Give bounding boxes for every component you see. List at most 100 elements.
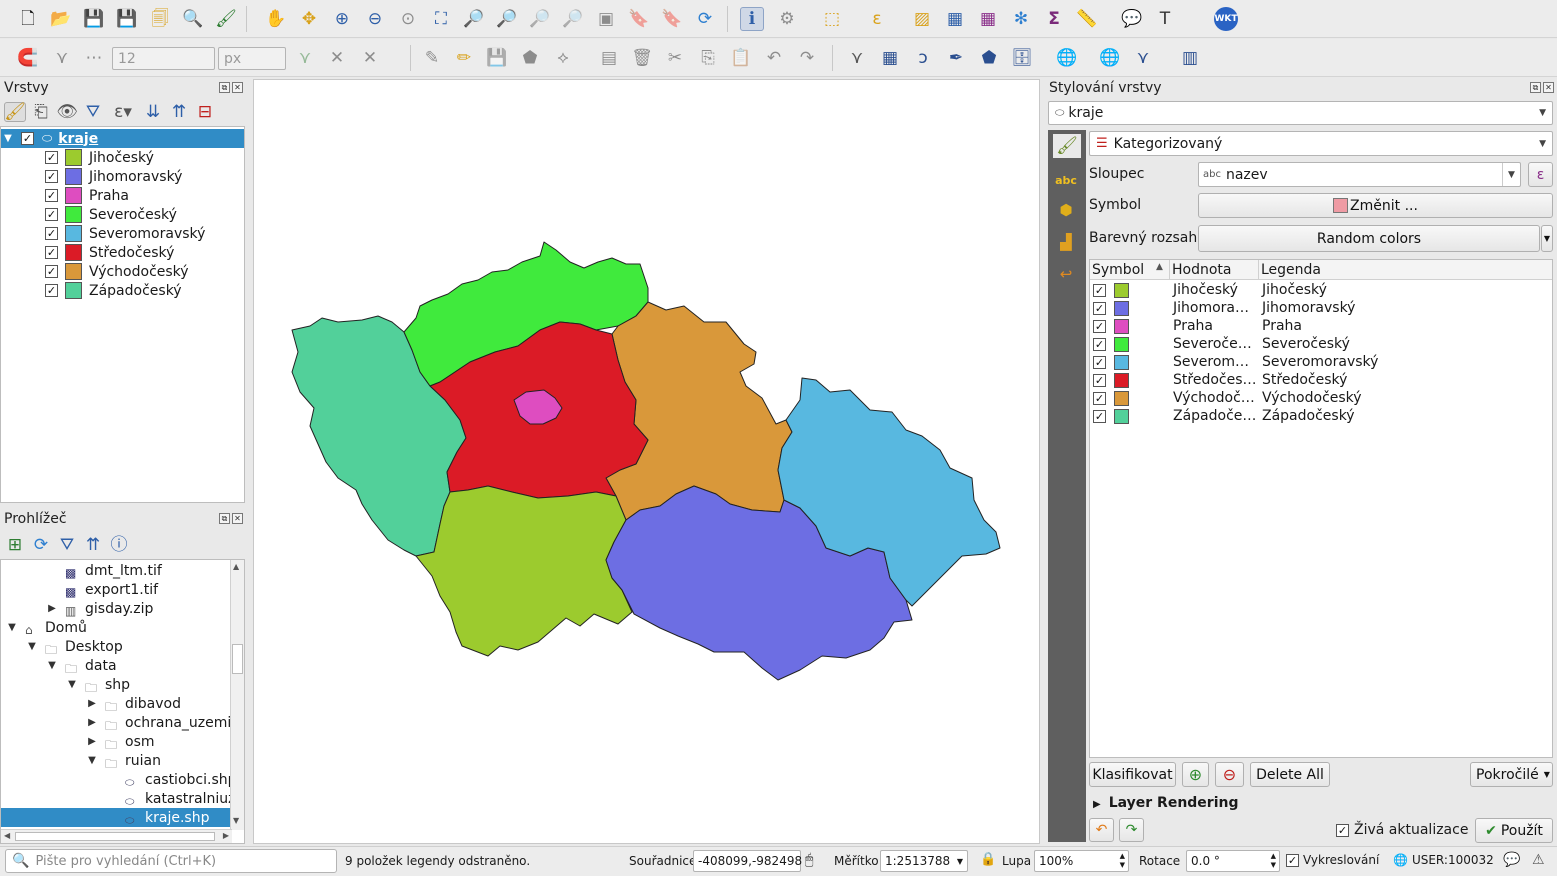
category-legend[interactable]: Jihomoravský <box>1262 300 1355 316</box>
legend-item-checkbox[interactable]: ✓ <box>45 189 58 202</box>
render-checkbox[interactable]: ✓ <box>1286 853 1299 867</box>
toggle-editing-icon[interactable]: ✏ <box>452 46 476 70</box>
new-map-view-icon[interactable]: ▣ <box>594 7 618 31</box>
header-legend[interactable]: Legenda <box>1261 262 1321 278</box>
layer-rendering-section[interactable]: ▶ Layer Rendering <box>1093 795 1239 811</box>
new-project-icon[interactable]: 🗋 <box>16 7 40 31</box>
float-browser-icon[interactable]: ⧉ <box>219 513 230 524</box>
browser-item[interactable]: ▶ 🗀 osm <box>1 732 231 752</box>
add-wms-icon[interactable]: 🌐 <box>1055 46 1079 70</box>
browser-item[interactable]: ▼ 🗀 data <box>1 656 231 676</box>
browser-item[interactable]: ⬭ katastralniuz <box>1 789 236 808</box>
category-row[interactable]: ✓ Jihočeský Jihočeský <box>1090 281 1552 299</box>
browser-item[interactable]: ▶ 🗀 ochrana_uzemi <box>1 713 231 733</box>
deselect-all-icon[interactable]: ▨ <box>910 7 934 31</box>
legend-item[interactable]: ✓ Západočeský <box>45 281 182 300</box>
snapping-magnet-icon[interactable]: 🧲 <box>16 46 40 70</box>
category-symbol[interactable] <box>1114 354 1129 370</box>
category-row[interactable]: ✓ Východoč… Východočeský <box>1090 389 1552 407</box>
rotation-input[interactable]: 0.0 ° ▲ ▼ <box>1186 850 1280 872</box>
browser-item[interactable]: ▩ dmt_ltm.tif <box>1 561 231 580</box>
add-raster-icon[interactable]: ▦ <box>878 46 902 70</box>
legend-item[interactable]: ✓ Východočeský <box>45 262 189 281</box>
category-legend[interactable]: Severočeský <box>1262 336 1350 352</box>
browser-item[interactable]: ▼ ⌂ Domů <box>1 618 231 637</box>
redo-style-icon[interactable]: ↷ <box>1119 818 1144 842</box>
manage-visibility-icon[interactable]: 👁 <box>56 102 78 122</box>
expression-button[interactable]: ε <box>1528 162 1553 187</box>
browser-item[interactable]: ▩ export1.tif <box>1 580 231 599</box>
identify-features-icon[interactable]: ℹ <box>740 7 764 31</box>
snap-tolerance-input[interactable]: 12 <box>112 47 215 70</box>
add-layers-icon[interactable]: ⊞ <box>4 535 26 555</box>
category-row[interactable]: ✓ Severoče… Severočeský <box>1090 335 1552 353</box>
change-symbol-button[interactable]: Změnit ... <box>1198 193 1553 218</box>
category-symbol[interactable] <box>1114 282 1129 298</box>
float-panel-icon[interactable]: ⧉ <box>219 82 230 93</box>
legend-item-checkbox[interactable]: ✓ <box>45 208 58 221</box>
show-bookmarks-icon[interactable]: 🔖 <box>660 7 684 31</box>
history-tab-icon[interactable]: ↩ <box>1055 264 1077 284</box>
locator-search[interactable]: 🔍 Pište pro vyhledání (Ctrl+K) <box>5 849 337 873</box>
browser-item[interactable]: ▼ 🗀 shp <box>1 675 231 695</box>
legend-item[interactable]: ✓ Jihočeský <box>45 148 154 167</box>
filter-legend-icon[interactable]: ⛛ <box>82 102 104 122</box>
map-tips-icon[interactable]: 💬 <box>1120 7 1144 31</box>
legend-item-checkbox[interactable]: ✓ <box>45 246 58 259</box>
live-update-toggle[interactable]: ✓ Živá aktualizace <box>1336 822 1468 838</box>
layer-select[interactable]: ⬭ kraje ▼ <box>1048 101 1553 125</box>
category-value[interactable]: Severom… <box>1173 354 1249 370</box>
browser-item[interactable]: ▶ 🗀 dibavod <box>1 694 231 714</box>
close-panel-icon[interactable]: ✕ <box>232 82 243 93</box>
collapse-all-icon[interactable]: ⇈ <box>168 102 190 122</box>
open-project-icon[interactable]: 📂 <box>49 7 73 31</box>
layout-manager-icon[interactable]: 🔍 <box>181 7 205 31</box>
snap-vertex-icon[interactable]: ⋎ <box>50 46 74 70</box>
expand-arrow-icon[interactable]: ▶ <box>85 736 99 747</box>
add-mesh-icon[interactable]: ▥ <box>1178 46 1202 70</box>
category-value[interactable]: Středočes… <box>1173 372 1257 388</box>
category-legend[interactable]: Severomoravský <box>1262 354 1378 370</box>
undo-style-icon[interactable]: ↶ <box>1089 818 1114 842</box>
remove-category-icon[interactable]: ⊖ <box>1215 762 1244 787</box>
snap-segment-icon[interactable]: ⋯ <box>82 46 106 70</box>
close-browser-icon[interactable]: ✕ <box>232 513 243 524</box>
zoom-to-selection-icon[interactable]: 🔎 <box>462 7 486 31</box>
browser-item[interactable]: ▼ 🗀 Desktop <box>1 637 231 657</box>
zoom-native-icon[interactable]: ⊙ <box>396 7 420 31</box>
category-symbol[interactable] <box>1114 372 1129 388</box>
pan-to-selection-icon[interactable]: ✥ <box>297 7 321 31</box>
add-group-icon[interactable]: ⎗ <box>30 102 52 122</box>
category-row[interactable]: ✓ Středočes… Středočeský <box>1090 371 1552 389</box>
browser-scrollbar[interactable]: ▲ ▼ <box>230 560 244 830</box>
cut-features-icon[interactable]: ✂ <box>663 46 687 70</box>
text-annotation-icon[interactable]: T <box>1153 7 1177 31</box>
lock-scale-icon[interactable]: 🔒 <box>980 852 996 867</box>
add-postgis-icon[interactable]: 🗄 <box>1010 46 1034 70</box>
render-toggle[interactable]: ✓ Vykreslování <box>1286 853 1379 867</box>
pan-icon[interactable]: ✋ <box>264 7 288 31</box>
wkt-plugin-icon[interactable]: WKT <box>1214 7 1238 31</box>
save-project-icon[interactable]: 💾 <box>82 7 106 31</box>
category-value[interactable]: Západoče… <box>1173 408 1256 424</box>
select-features-icon[interactable]: ⬚ <box>820 7 844 31</box>
collapse-arrow-icon[interactable]: ▼ <box>85 755 99 766</box>
legend-item-checkbox[interactable]: ✓ <box>45 265 58 278</box>
add-gpx-icon[interactable]: ✒ <box>944 46 968 70</box>
diagrams-tab-icon[interactable]: ▟ <box>1055 232 1077 252</box>
category-value[interactable]: Jihomora… <box>1173 300 1249 316</box>
category-symbol[interactable] <box>1114 390 1129 406</box>
zoom-last-icon[interactable]: 🔎 <box>528 7 552 31</box>
legend-item-checkbox[interactable]: ✓ <box>45 227 58 240</box>
map-canvas[interactable] <box>253 79 1040 844</box>
column-select[interactable]: abc nazev ▼ <box>1198 162 1521 187</box>
action-icon[interactable]: ⚙ <box>775 7 799 31</box>
collapse-arrow-icon[interactable]: ▼ <box>25 641 39 652</box>
category-checkbox[interactable]: ✓ <box>1093 355 1106 369</box>
zoom-in-icon[interactable]: ⊕ <box>330 7 354 31</box>
float-styling-icon[interactable]: ⧉ <box>1530 82 1541 93</box>
close-styling-icon[interactable]: ✕ <box>1543 82 1554 93</box>
live-update-checkbox[interactable]: ✓ <box>1336 823 1349 837</box>
remove-layer-icon[interactable]: ⊟ <box>194 102 216 122</box>
style-panel-icon[interactable]: 🖌 <box>4 102 26 122</box>
